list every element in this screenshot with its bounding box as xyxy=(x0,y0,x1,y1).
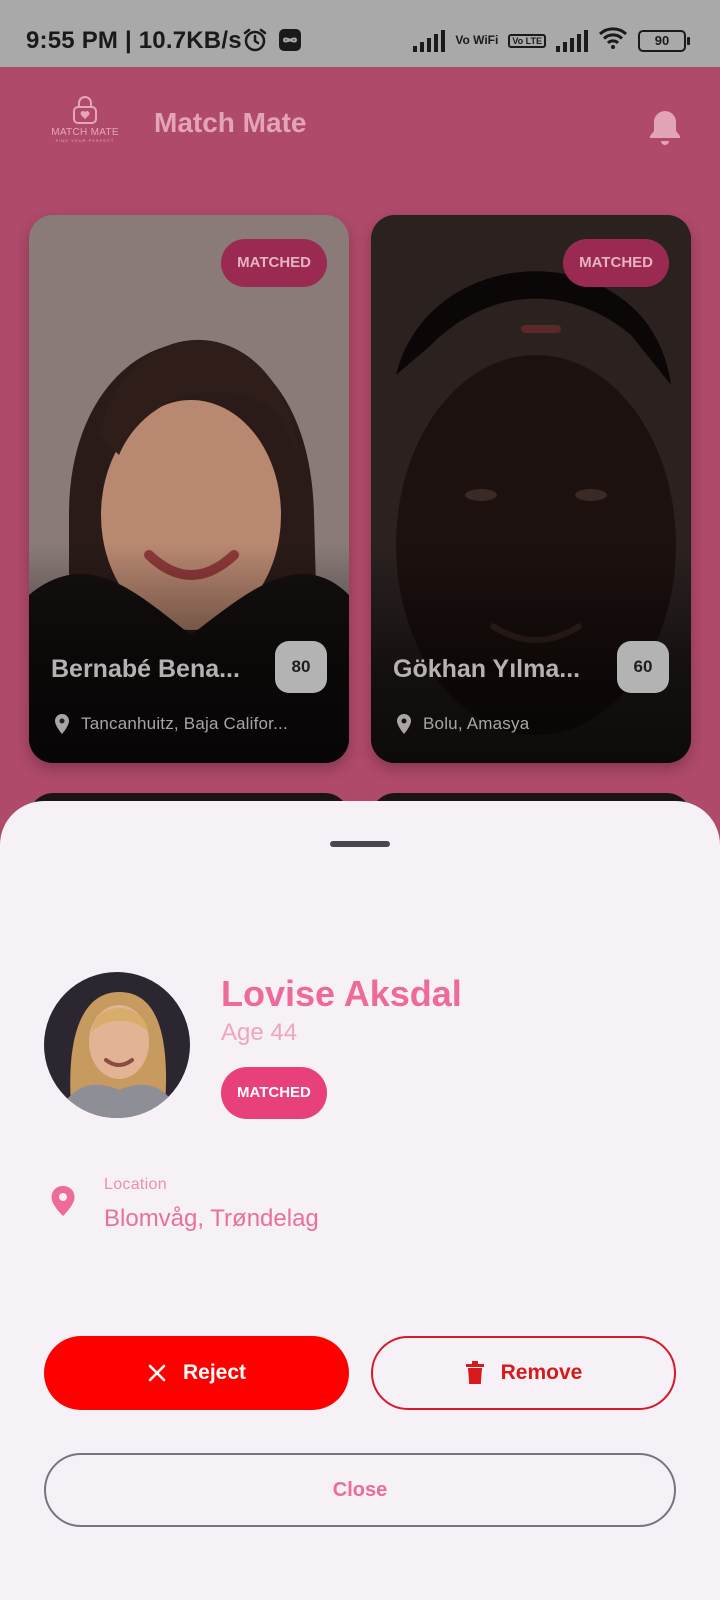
status-left-icons xyxy=(242,27,302,58)
volte-icon: Vo LTE xyxy=(508,33,546,48)
profile-bottom-sheet: Lovise Aksdal Age 44 MATCHED Location Bl… xyxy=(0,801,720,1600)
bell-icon[interactable] xyxy=(648,107,682,152)
profile-name: Lovise Aksdal xyxy=(221,973,462,1014)
close-x-icon xyxy=(148,1364,166,1382)
status-badge: MATCHED xyxy=(221,239,327,287)
location-pin-icon xyxy=(51,1186,75,1216)
lock-heart-icon xyxy=(73,96,97,124)
avatar xyxy=(44,972,190,1118)
score-badge: 80 xyxy=(275,641,327,693)
card-location-text: Bolu, Amasya xyxy=(423,714,530,733)
status-badge: MATCHED xyxy=(563,239,669,287)
reject-label: Reject xyxy=(182,1361,247,1384)
logo-text: MATCH MATE xyxy=(51,127,119,138)
status-bar: 9:55 PM | 10.7KB/s Vo WiFi Vo LTE 90 xyxy=(0,0,720,67)
infinity-app-icon xyxy=(278,28,302,57)
location-pin-icon xyxy=(397,714,411,734)
status-badge: MATCHED xyxy=(221,1067,327,1119)
app-logo: MATCH MATE FIND YOUR PERFECT xyxy=(46,95,124,157)
remove-label: Remove xyxy=(500,1361,583,1384)
score-badge: 60 xyxy=(617,641,669,693)
app-title: Match Mate xyxy=(154,107,307,138)
status-right-icons: Vo WiFi Vo LTE 90 xyxy=(413,26,690,55)
card-name: Bernabé Bena... xyxy=(51,655,240,683)
card-location: Bolu, Amasya xyxy=(395,713,665,735)
trash-icon xyxy=(465,1361,484,1384)
card-name: Gökhan Yılma... xyxy=(393,655,581,683)
signal-icon xyxy=(413,29,446,52)
profile-card[interactable]: MATCHED Bernabé Bena... 80 Tancanhuitz, … xyxy=(29,215,349,763)
reject-button[interactable]: Reject xyxy=(44,1336,349,1410)
remove-button[interactable]: Remove xyxy=(371,1336,676,1410)
card-location: Tancanhuitz, Baja Califor... xyxy=(53,713,323,735)
vowifi-icon: Vo WiFi xyxy=(455,33,499,47)
wifi-icon xyxy=(598,26,628,55)
profile-card[interactable]: MATCHED Gökhan Yılma... 60 Bolu, Amasya xyxy=(371,215,691,763)
drag-handle[interactable] xyxy=(330,841,390,847)
alarm-icon xyxy=(242,27,268,58)
status-time: 9:55 PM | 10.7KB/s xyxy=(26,27,242,54)
app-bar: MATCH MATE FIND YOUR PERFECT Match Mate xyxy=(0,67,720,187)
profile-age: Age 44 xyxy=(221,1019,298,1046)
card-location-text: Tancanhuitz, Baja Califor... xyxy=(81,714,288,733)
location-label: Location xyxy=(104,1176,167,1193)
signal-icon-2 xyxy=(556,29,588,52)
logo-subtext: FIND YOUR PERFECT xyxy=(55,138,115,143)
location-pin-icon xyxy=(55,714,69,734)
location-value: Blomvåg, Trøndelag xyxy=(104,1205,319,1232)
battery-icon: 90 xyxy=(638,29,690,52)
close-label: Close xyxy=(332,1478,388,1501)
close-button[interactable]: Close xyxy=(44,1453,676,1527)
